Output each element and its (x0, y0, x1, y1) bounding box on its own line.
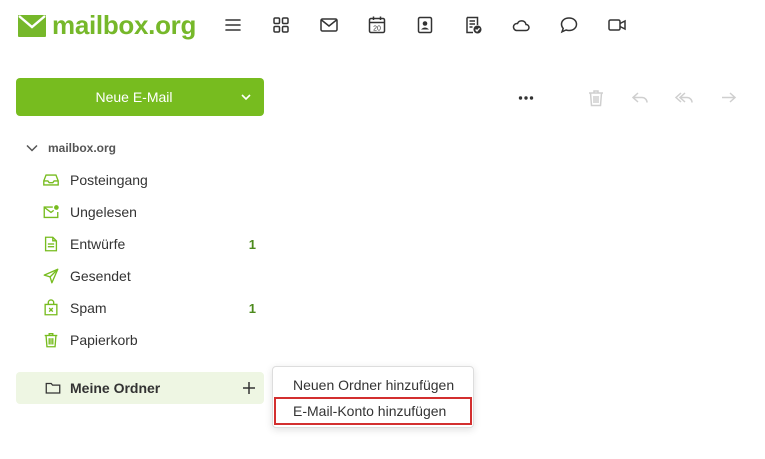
spam-icon (40, 297, 62, 319)
cloud-icon[interactable] (510, 14, 532, 36)
folder-drafts[interactable]: Entwürfe 1 (40, 228, 264, 260)
chat-icon[interactable] (558, 14, 580, 36)
mail-icon[interactable] (318, 14, 340, 36)
trash-icon[interactable] (582, 86, 610, 110)
compose-button[interactable]: Neue E-Mail (16, 78, 264, 116)
my-folders-label: Meine Ordner (70, 380, 161, 396)
trash-icon (40, 329, 62, 351)
sent-icon (40, 265, 62, 287)
account-name: mailbox.org (48, 141, 117, 155)
calendar-day: 20 (373, 26, 381, 33)
reply-icon[interactable] (626, 86, 654, 110)
add-new-folder-option[interactable]: Neuen Ordner hinzufügen (274, 371, 472, 399)
add-folder-button[interactable] (234, 373, 264, 403)
chevron-down-icon (241, 94, 251, 101)
compose-label: Neue E-Mail (95, 89, 173, 105)
apps-grid-icon[interactable] (270, 14, 292, 36)
add-email-account-option[interactable]: E-Mail-Konto hinzufügen (274, 397, 472, 425)
forward-icon[interactable] (714, 86, 742, 110)
calendar-icon[interactable]: 20 (366, 14, 388, 36)
compose-dropdown-toggle[interactable] (228, 78, 264, 116)
mail-logo-icon (18, 14, 46, 37)
video-icon[interactable] (606, 14, 628, 36)
mail-toolbar (512, 86, 742, 110)
unread-icon (40, 201, 62, 223)
more-icon[interactable] (512, 86, 540, 110)
chevron-down-icon (26, 144, 38, 152)
plus-icon (243, 382, 255, 394)
folder-unread[interactable]: Ungelesen (40, 196, 264, 228)
inbox-icon (40, 169, 62, 191)
drafts-icon (40, 233, 62, 255)
my-folders[interactable]: Meine Ordner (16, 372, 264, 404)
folder-trash[interactable]: Papierkorb (40, 324, 264, 356)
brand-logo[interactable]: mailbox.org (18, 10, 196, 41)
add-folder-menu: Neuen Ordner hinzufügen E-Mail-Konto hin… (272, 366, 474, 428)
menu-icon[interactable] (222, 14, 244, 36)
folder-inbox[interactable]: Posteingang (40, 164, 264, 196)
contacts-icon[interactable] (414, 14, 436, 36)
folder-spam[interactable]: Spam 1 (40, 292, 264, 324)
folder-icon (42, 377, 64, 399)
app-switcher: 20 (222, 14, 654, 36)
reply-all-icon[interactable] (670, 86, 698, 110)
account-toggle[interactable]: mailbox.org (24, 140, 116, 156)
tasks-icon[interactable] (462, 14, 484, 36)
folder-list: Posteingang Ungelesen Entwürfe 1 Gesende… (40, 164, 264, 356)
folder-sent[interactable]: Gesendet (40, 260, 264, 292)
brand-name: mailbox.org (52, 10, 197, 40)
